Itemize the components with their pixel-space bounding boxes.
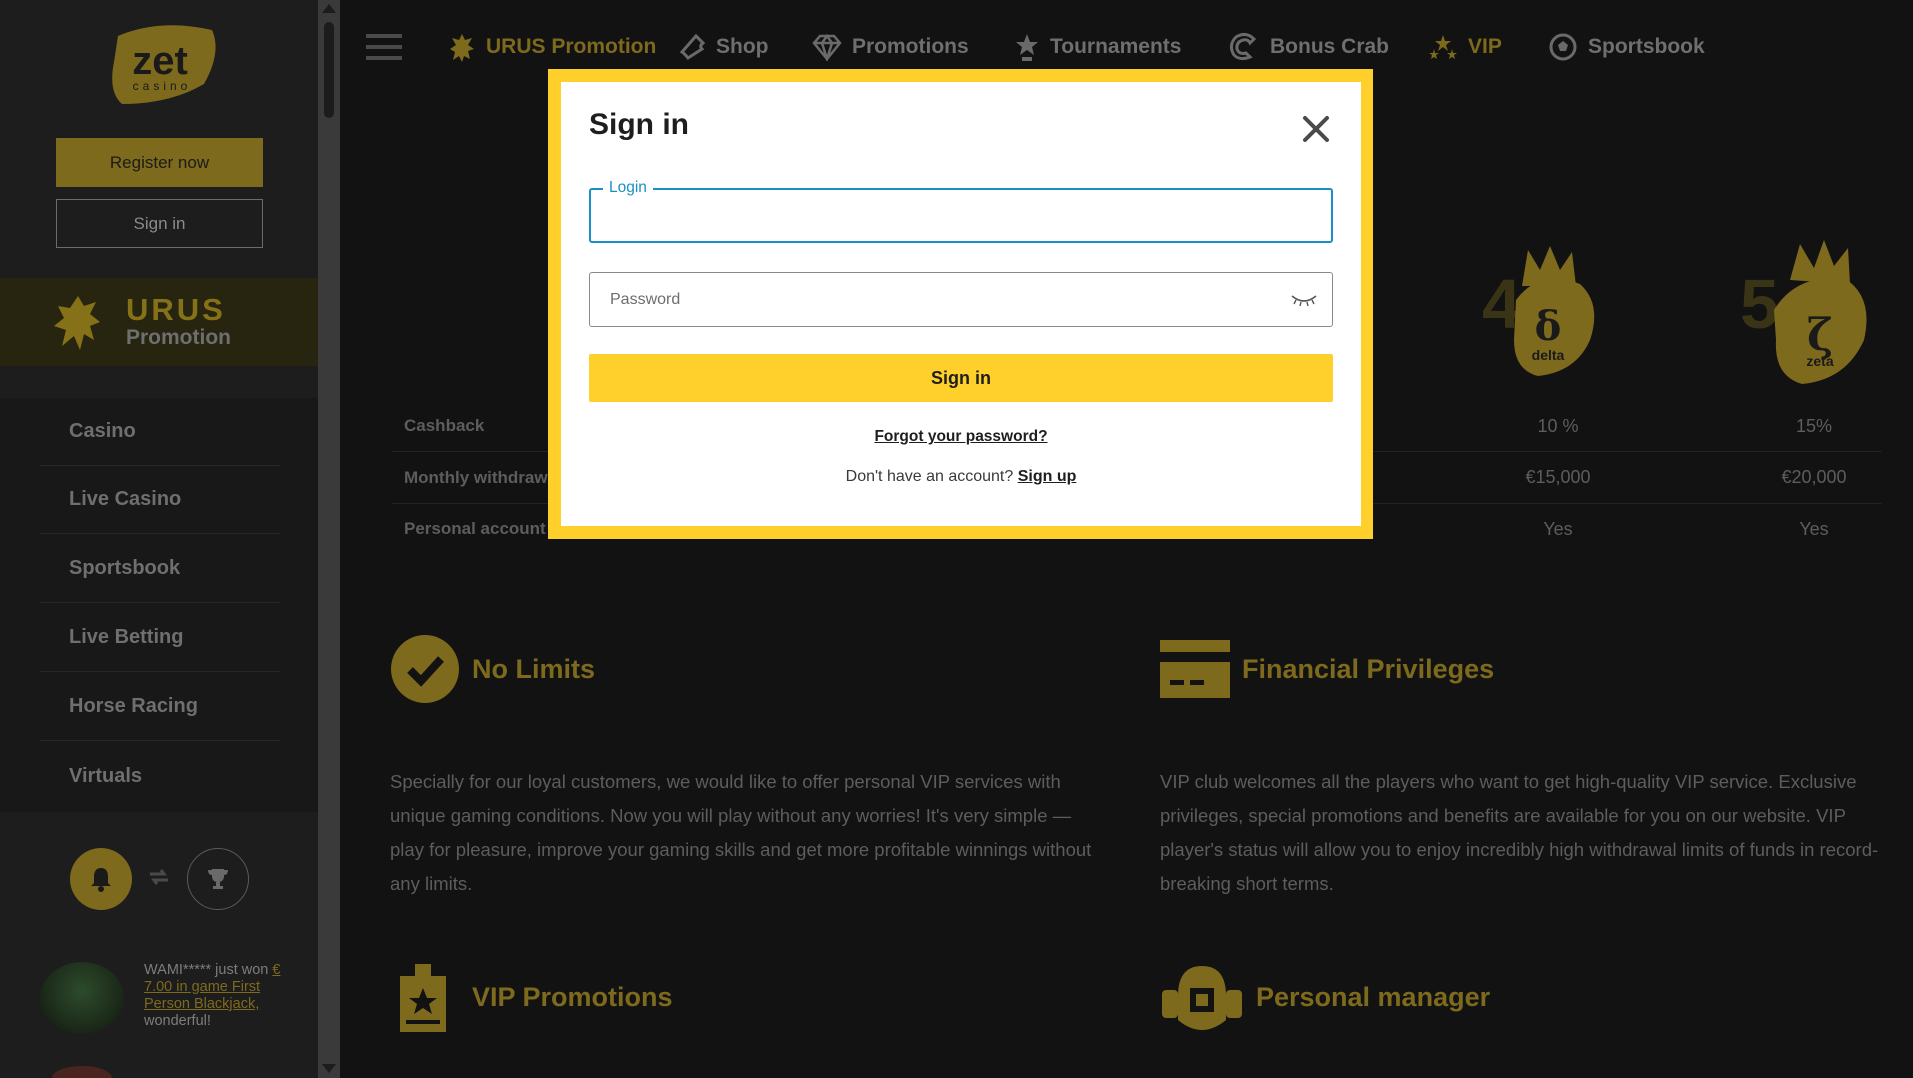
- no-account-text: Don't have an account?: [845, 468, 1018, 485]
- nav-tournaments[interactable]: Tournaments: [1014, 30, 1181, 64]
- row-value: Yes: [1799, 519, 1829, 539]
- close-icon[interactable]: [1299, 112, 1333, 146]
- badge-number: 5: [1740, 265, 1779, 343]
- crab-claw-icon: [1229, 32, 1257, 61]
- nav-tournaments-label: Tournaments: [1050, 35, 1182, 58]
- row-value: Yes: [1543, 519, 1573, 539]
- star-trophy-icon: [1016, 34, 1038, 61]
- diamond-icon: [812, 33, 842, 61]
- signin-modal: Sign in Login Sign in Forgot your passwo…: [561, 82, 1361, 526]
- nav-sportsbook-label: Sportsbook: [1588, 35, 1705, 58]
- nav-vip[interactable]: VIP: [1428, 30, 1502, 64]
- modal-title: Sign in: [589, 108, 689, 141]
- bull-icon: [54, 296, 100, 350]
- nav-promotions-label: Promotions: [852, 35, 969, 58]
- nav-urus-promotion-label: URUS Promotion: [486, 35, 657, 58]
- sidebar-item-live-casino[interactable]: Live Casino: [40, 466, 280, 534]
- sidebar-signin-button[interactable]: Sign in: [56, 199, 263, 248]
- row-value: €15,000: [1525, 467, 1591, 487]
- promo-title: URUS: [126, 292, 226, 327]
- nav-promotions[interactable]: Promotions: [812, 30, 969, 64]
- recent-winner-message: WAMI***** just won € 7.00 in game First …: [144, 962, 304, 1030]
- sidebar-item-casino[interactable]: Casino: [40, 398, 280, 466]
- badge-star-icon: [400, 964, 446, 1032]
- sidebar-item-horse-racing[interactable]: Horse Racing: [40, 673, 280, 741]
- credit-card-icon: [1160, 640, 1230, 698]
- login-field[interactable]: Login: [589, 179, 1333, 243]
- menu-icon[interactable]: [366, 34, 402, 62]
- page: zet casino Register now Sign in URUS Pro…: [0, 0, 1913, 1078]
- badge-letter: δ: [1535, 303, 1562, 350]
- financial-privileges-text: VIP club welcomes all the players who wa…: [1160, 771, 1879, 894]
- sidebar: zet casino Register now Sign in URUS Pro…: [0, 0, 318, 1078]
- winner-username: WAMI*****: [144, 962, 212, 978]
- sidebar-scrollbar[interactable]: [318, 0, 340, 1078]
- checkmark-circle-icon: [391, 635, 459, 703]
- sidebar-item-live-betting[interactable]: Live Betting: [40, 604, 280, 672]
- row-value: 10 %: [1537, 416, 1579, 436]
- nav-urus-promotion[interactable]: URUS Promotion: [448, 30, 656, 64]
- nav-sportsbook[interactable]: Sportsbook: [1548, 30, 1705, 64]
- vip-level-badge-zeta: 5 ζ zeta: [1740, 240, 1890, 390]
- tournaments-button[interactable]: [187, 848, 249, 910]
- row-label: Monthly withdraw: [404, 468, 548, 487]
- promo-subtitle: Promotion: [126, 326, 231, 349]
- password-field[interactable]: [589, 272, 1333, 327]
- logo-main-text: zet: [132, 39, 188, 83]
- nav-bonus-crab[interactable]: Bonus Crab: [1228, 30, 1389, 64]
- sidebar-nav: Casino Live Casino Sportsbook Live Betti…: [0, 398, 318, 812]
- zet-casino-logo[interactable]: zet casino: [100, 22, 220, 110]
- row-value: 15%: [1795, 416, 1833, 436]
- financial-privileges-title: Financial Privileges: [1242, 654, 1495, 684]
- bull-icon: [450, 34, 474, 62]
- ticket-icon: [679, 33, 706, 61]
- password-input[interactable]: [590, 273, 1332, 326]
- eye-closed-icon[interactable]: [1290, 290, 1318, 308]
- register-button[interactable]: Register now: [56, 138, 263, 187]
- nav-shop-label: Shop: [716, 35, 769, 58]
- scroll-down-arrow-icon[interactable]: [322, 1064, 336, 1073]
- no-limits-text: Specially for our loyal customers, we wo…: [390, 771, 1092, 894]
- nav-vip-label: VIP: [1468, 35, 1502, 58]
- badge-name: zeta: [1806, 353, 1833, 369]
- vip-promotions-title: VIP Promotions: [472, 982, 673, 1012]
- personal-manager-title: Personal manager: [1256, 982, 1491, 1012]
- trophy-icon: [208, 869, 228, 889]
- no-limits-title: No Limits: [472, 654, 596, 684]
- row-value: €20,000: [1781, 467, 1847, 487]
- scroll-up-arrow-icon[interactable]: [322, 4, 336, 13]
- nav-bonus-crab-label: Bonus Crab: [1270, 35, 1390, 58]
- sidebar-item-virtuals[interactable]: Virtuals: [40, 742, 280, 810]
- nav-shop[interactable]: Shop: [678, 30, 769, 64]
- stars-icon: [1429, 35, 1457, 59]
- row-label: Cashback: [404, 416, 485, 435]
- badge-name: delta: [1532, 347, 1565, 363]
- winner-prefix: just won: [211, 962, 273, 978]
- vip-level-badge-delta: 4 δ delta: [1480, 240, 1620, 380]
- notifications-button[interactable]: [70, 848, 132, 910]
- soccer-ball-icon: [1549, 33, 1577, 61]
- row-label: Personal account: [404, 519, 546, 538]
- login-input[interactable]: [591, 190, 1331, 241]
- sidebar-item-sportsbook[interactable]: Sportsbook: [40, 535, 280, 603]
- signup-link[interactable]: Sign up: [1018, 468, 1077, 485]
- game-thumbnail-next[interactable]: [52, 1066, 112, 1078]
- swap-icon[interactable]: [146, 864, 172, 890]
- signup-prompt: Don't have an account? Sign up: [561, 468, 1361, 486]
- winner-suffix: wonderful!: [144, 1013, 211, 1029]
- forgot-password-link[interactable]: Forgot your password?: [561, 428, 1361, 446]
- game-thumbnail[interactable]: [40, 962, 124, 1034]
- logo-sub-text: casino: [133, 79, 192, 93]
- signin-submit-button[interactable]: Sign in: [589, 354, 1333, 402]
- bell-icon: [91, 868, 111, 892]
- scrollbar-thumb[interactable]: [324, 22, 334, 118]
- headset-manager-icon: [1162, 966, 1242, 1030]
